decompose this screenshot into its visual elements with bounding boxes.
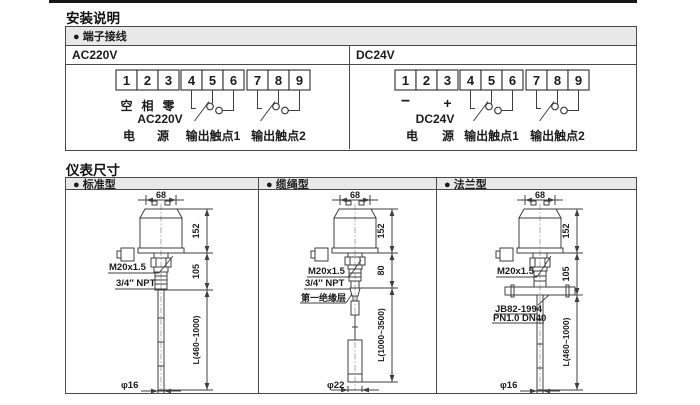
pin-label-plus: + xyxy=(443,95,451,111)
gland-box xyxy=(500,248,513,261)
dim-label-105: 105 xyxy=(191,264,201,279)
terminal-number: 6 xyxy=(509,73,516,88)
top-rule xyxy=(49,0,637,3)
dimension-line-152 xyxy=(390,209,395,253)
switch-symbol xyxy=(537,90,579,121)
terminal-number: 4 xyxy=(467,73,475,88)
flange-type-drawing: 68 xyxy=(437,190,636,393)
supply-word-left: 电 xyxy=(406,128,418,143)
flange-spec-label: PN1.0 DN40 xyxy=(493,313,546,324)
npt-label: 3/4″ NPT xyxy=(305,278,345,289)
gland-box xyxy=(121,248,134,261)
ac-wiring-diagram: 1 2 3 4 5 6 7 8 9 空 相 零 AC220V xyxy=(66,65,349,149)
wiring-section-header: ● 端子接线 xyxy=(66,27,636,46)
dim-label-105: 105 xyxy=(561,266,571,281)
dc-wiring-cell: 1 2 3 4 5 6 7 8 9 − + DC24V 电 xyxy=(350,65,636,149)
section-title-install: 安装说明 xyxy=(66,7,120,27)
terminal-number: 8 xyxy=(554,73,561,88)
output-contact2-label: 输出触点2 xyxy=(251,128,306,143)
terminal-number: 7 xyxy=(533,73,540,88)
dc-cell-header: DC24V xyxy=(350,46,636,65)
diameter-label: φ16 xyxy=(121,380,138,391)
insulation-label: 第一绝缘层 xyxy=(301,292,346,303)
cable-type-drawing: 68 xyxy=(259,190,436,393)
dim-label-152: 152 xyxy=(191,223,201,238)
dimension-line-L xyxy=(390,288,395,382)
terminal-number: 6 xyxy=(230,73,237,88)
terminal-number: 1 xyxy=(402,73,409,88)
supply-word-left: 电 xyxy=(123,128,135,143)
supply-word-right: 源 xyxy=(157,128,169,143)
dc-wiring-diagram: 1 2 3 4 5 6 7 8 9 − + DC24V 电 xyxy=(350,65,636,149)
dim-label-length: L(1000~3500) xyxy=(376,308,386,362)
thread-label: M20x1.5 xyxy=(497,266,535,277)
extension-lines xyxy=(164,209,213,390)
dim-label-152: 152 xyxy=(376,223,386,238)
standard-type-drawing: 68 xyxy=(66,190,258,393)
terminal-number: 2 xyxy=(144,73,151,88)
housing-outline xyxy=(496,201,563,261)
terminal-number: 7 xyxy=(254,73,261,88)
dim-col-header-flange: ● 法兰型 xyxy=(437,178,636,190)
terminal-number: 1 xyxy=(123,73,130,88)
datasheet-page: 安装说明 ● 端子接线 AC220V DC24V xyxy=(0,0,700,405)
terminal-number: 8 xyxy=(275,73,282,88)
terminal-number: 9 xyxy=(575,73,582,88)
housing-outline xyxy=(117,201,184,261)
dim-top-width: 68 xyxy=(156,190,166,200)
terminal-strip: 1 2 3 4 5 6 7 8 9 xyxy=(395,70,589,90)
switch-symbol xyxy=(192,90,234,121)
dimension-line-105 xyxy=(205,253,210,290)
thread-label: M20x1.5 xyxy=(109,262,147,273)
wiring-table: ● 端子接线 AC220V DC24V xyxy=(65,26,637,151)
ac-wiring-cell: 1 2 3 4 5 6 7 8 9 空 相 零 AC220V xyxy=(66,65,350,149)
dim-label-length: L(460~1000) xyxy=(561,317,571,366)
dimension-line-152 xyxy=(575,209,580,253)
terminal-number: 5 xyxy=(209,73,216,88)
flange-type-cell: 68 xyxy=(437,190,636,393)
switch-symbol xyxy=(258,90,300,121)
switch-symbol xyxy=(471,90,513,121)
dim-label-80: 80 xyxy=(376,265,386,275)
dim-top-width: 68 xyxy=(350,190,360,200)
dimension-line-L xyxy=(205,290,210,390)
housing-outline xyxy=(311,201,378,261)
pin-label-neutral: 零 xyxy=(161,99,175,113)
dimension-line-105 xyxy=(575,253,580,295)
cable-type-cell: 68 xyxy=(259,190,437,393)
dimension-line-L xyxy=(575,295,580,390)
thread-label: M20x1.5 xyxy=(308,266,346,277)
terminal-number: 4 xyxy=(188,73,196,88)
npt-label: 3/4″ NPT xyxy=(116,278,156,289)
dimension-line-80 xyxy=(390,253,395,288)
supply-voltage-label: AC220V xyxy=(137,112,182,126)
pin-label-empty: 空 xyxy=(120,98,132,113)
pin-label-minus: − xyxy=(401,93,410,110)
diameter-label: φ16 xyxy=(500,380,517,391)
terminal-number: 2 xyxy=(423,73,430,88)
dim-label-152: 152 xyxy=(561,223,571,238)
dim-col-header-standard: ● 标准型 xyxy=(66,178,259,190)
dimensions-table: ● 标准型 ● 缆绳型 ● 法兰型 68 xyxy=(65,177,637,394)
gland-box xyxy=(315,248,328,261)
standard-type-cell: 68 xyxy=(66,190,259,393)
output-contact2-label: 输出触点2 xyxy=(530,128,585,143)
supply-voltage-label: DC24V xyxy=(416,112,455,126)
pin-label-phase: 相 xyxy=(141,98,153,113)
dim-col-header-cable: ● 缆绳型 xyxy=(259,178,437,190)
terminal-number: 3 xyxy=(444,73,451,88)
dimension-line-152 xyxy=(205,209,210,253)
terminal-number: 5 xyxy=(488,73,495,88)
output-contact1-label: 输出触点1 xyxy=(186,128,241,143)
dim-label-length: L(460~1000) xyxy=(191,315,201,364)
terminal-strip: 1 2 3 4 5 6 7 8 9 xyxy=(116,70,310,90)
ac-cell-header: AC220V xyxy=(66,46,350,65)
output-contact1-label: 输出触点1 xyxy=(464,128,519,143)
supply-word-right: 源 xyxy=(442,128,454,143)
terminal-number: 3 xyxy=(165,73,172,88)
terminal-number: 9 xyxy=(296,73,303,88)
dim-top-width: 68 xyxy=(535,190,545,200)
